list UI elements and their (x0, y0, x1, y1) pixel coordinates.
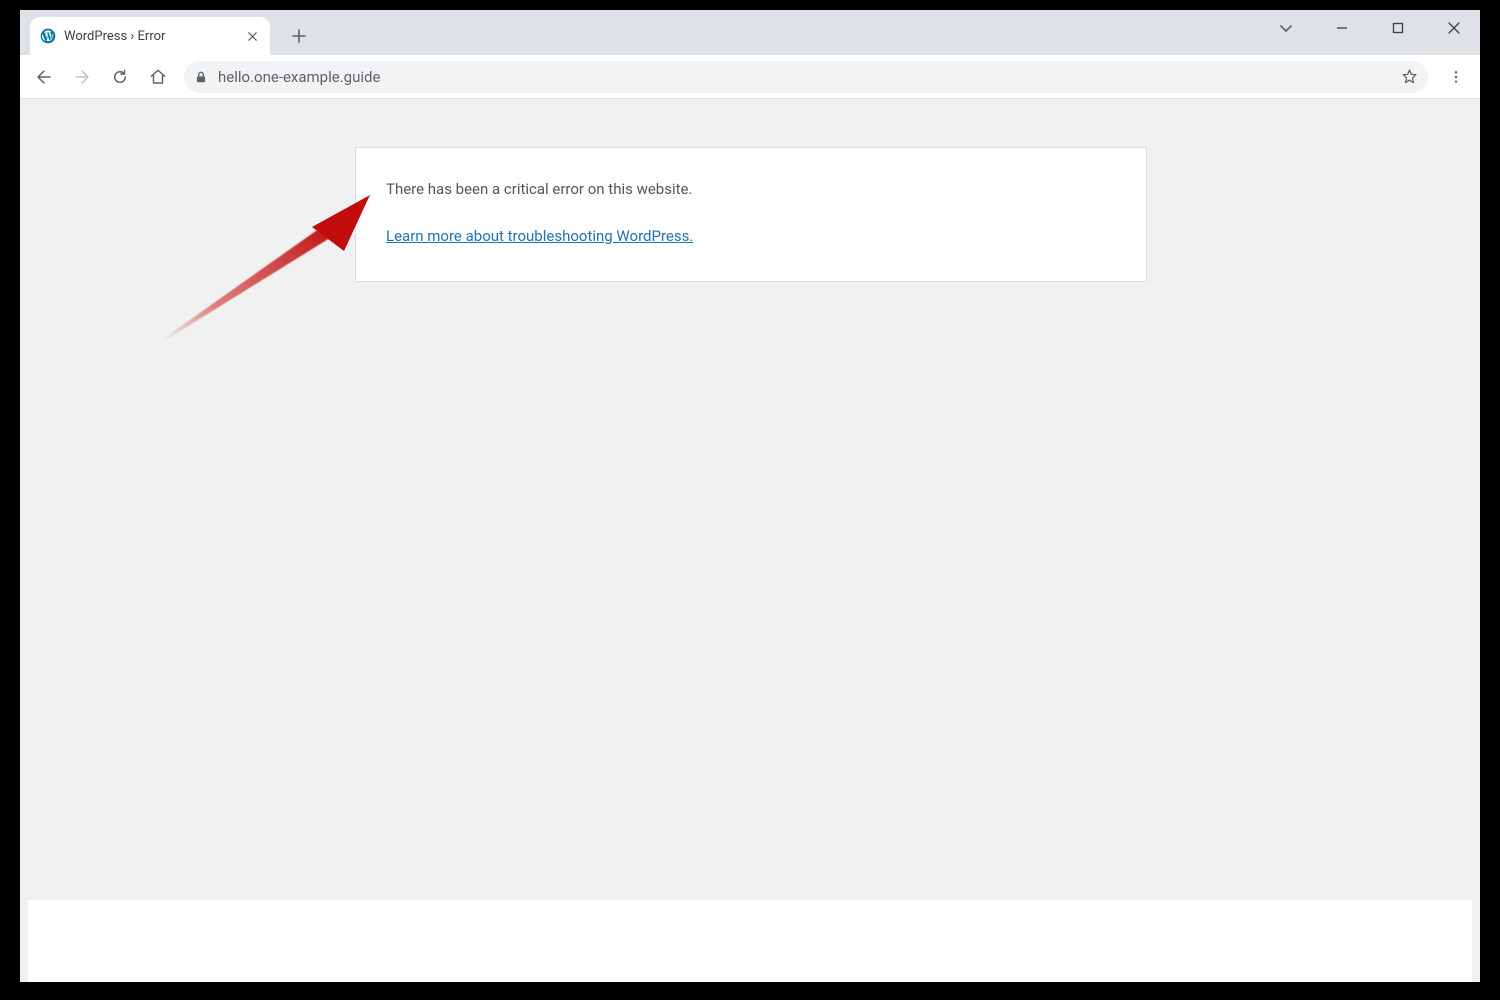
browser-menu-button[interactable] (1440, 61, 1472, 93)
lock-icon (194, 70, 208, 84)
bookmark-star-icon[interactable] (1401, 68, 1418, 85)
chevron-down-icon[interactable] (1266, 13, 1306, 43)
browser-window: WordPress › Error (20, 10, 1480, 982)
close-tab-icon[interactable] (244, 28, 260, 44)
tab-title: WordPress › Error (64, 29, 236, 44)
troubleshoot-link[interactable]: Learn more about troubleshooting WordPre… (386, 227, 693, 245)
wp-error-box: There has been a critical error on this … (355, 147, 1147, 282)
url-text: hello.one-example.guide (218, 68, 1391, 86)
maximize-button[interactable] (1378, 13, 1418, 43)
reload-button[interactable] (104, 61, 136, 93)
browser-tab[interactable]: WordPress › Error (30, 17, 270, 55)
bottom-white-bar (28, 900, 1472, 982)
address-bar[interactable]: hello.one-example.guide (184, 61, 1428, 93)
new-tab-button[interactable] (284, 21, 314, 51)
back-button[interactable] (28, 61, 60, 93)
page-viewport: There has been a critical error on this … (20, 99, 1480, 982)
minimize-button[interactable] (1322, 13, 1362, 43)
error-message: There has been a critical error on this … (386, 178, 1116, 201)
wordpress-favicon-icon (40, 28, 56, 44)
window-controls (1266, 10, 1474, 46)
home-button[interactable] (142, 61, 174, 93)
tab-strip: WordPress › Error (20, 10, 1480, 55)
forward-button[interactable] (66, 61, 98, 93)
browser-toolbar: hello.one-example.guide (20, 55, 1480, 99)
close-window-button[interactable] (1434, 13, 1474, 43)
